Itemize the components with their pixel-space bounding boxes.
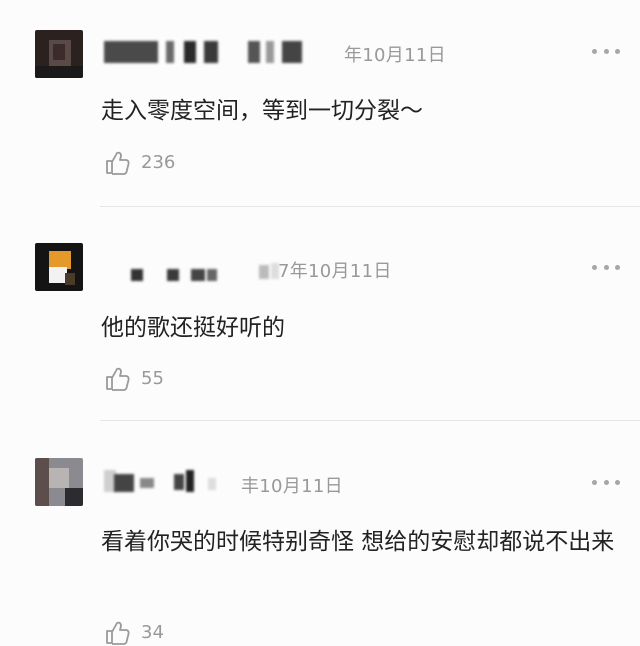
like-count: 55 xyxy=(141,367,164,389)
divider xyxy=(100,206,640,207)
comment-text: 走入零度空间，等到一切分裂～ xyxy=(101,98,423,124)
comment-date: 年10月11日 xyxy=(344,45,446,66)
username-blurred[interactable] xyxy=(104,468,224,492)
more-options-button[interactable] xyxy=(592,263,620,271)
more-options-button[interactable] xyxy=(592,478,620,486)
more-dots-icon xyxy=(592,479,597,485)
like-count: 34 xyxy=(141,621,164,643)
more-dots-icon xyxy=(592,264,597,270)
more-options-button[interactable] xyxy=(592,47,620,55)
comment-text: 他的歌还挺好听的 xyxy=(101,315,285,341)
comment-item: 丰10月11日 看着你哭的时候特别奇怪 想给的安慰却都说不出来 34 xyxy=(0,422,640,645)
like-button[interactable]: 34 xyxy=(103,618,164,646)
like-count: 236 xyxy=(141,151,176,173)
avatar[interactable] xyxy=(35,243,83,291)
comment-item: 7年10月11日 他的歌还挺好听的 55 xyxy=(0,209,640,421)
comment-date: 7年10月11日 xyxy=(278,261,392,282)
like-button[interactable]: 55 xyxy=(103,364,164,392)
thumbs-up-icon xyxy=(106,367,130,391)
more-dots-icon xyxy=(592,48,597,54)
avatar[interactable] xyxy=(35,30,83,78)
comment-item: 年10月11日 走入零度空间，等到一切分裂～ 236 xyxy=(0,0,640,208)
username-blurred[interactable] xyxy=(131,261,281,283)
thumbs-up-icon xyxy=(106,621,130,645)
comment-text: 看着你哭的时候特别奇怪 想给的安慰却都说不出来 xyxy=(101,529,615,555)
username-blurred[interactable] xyxy=(104,41,304,63)
like-button[interactable]: 236 xyxy=(103,148,175,176)
divider xyxy=(100,420,640,421)
thumbs-up-icon xyxy=(106,151,130,175)
avatar[interactable] xyxy=(35,458,83,506)
comment-date: 丰10月11日 xyxy=(241,476,343,497)
